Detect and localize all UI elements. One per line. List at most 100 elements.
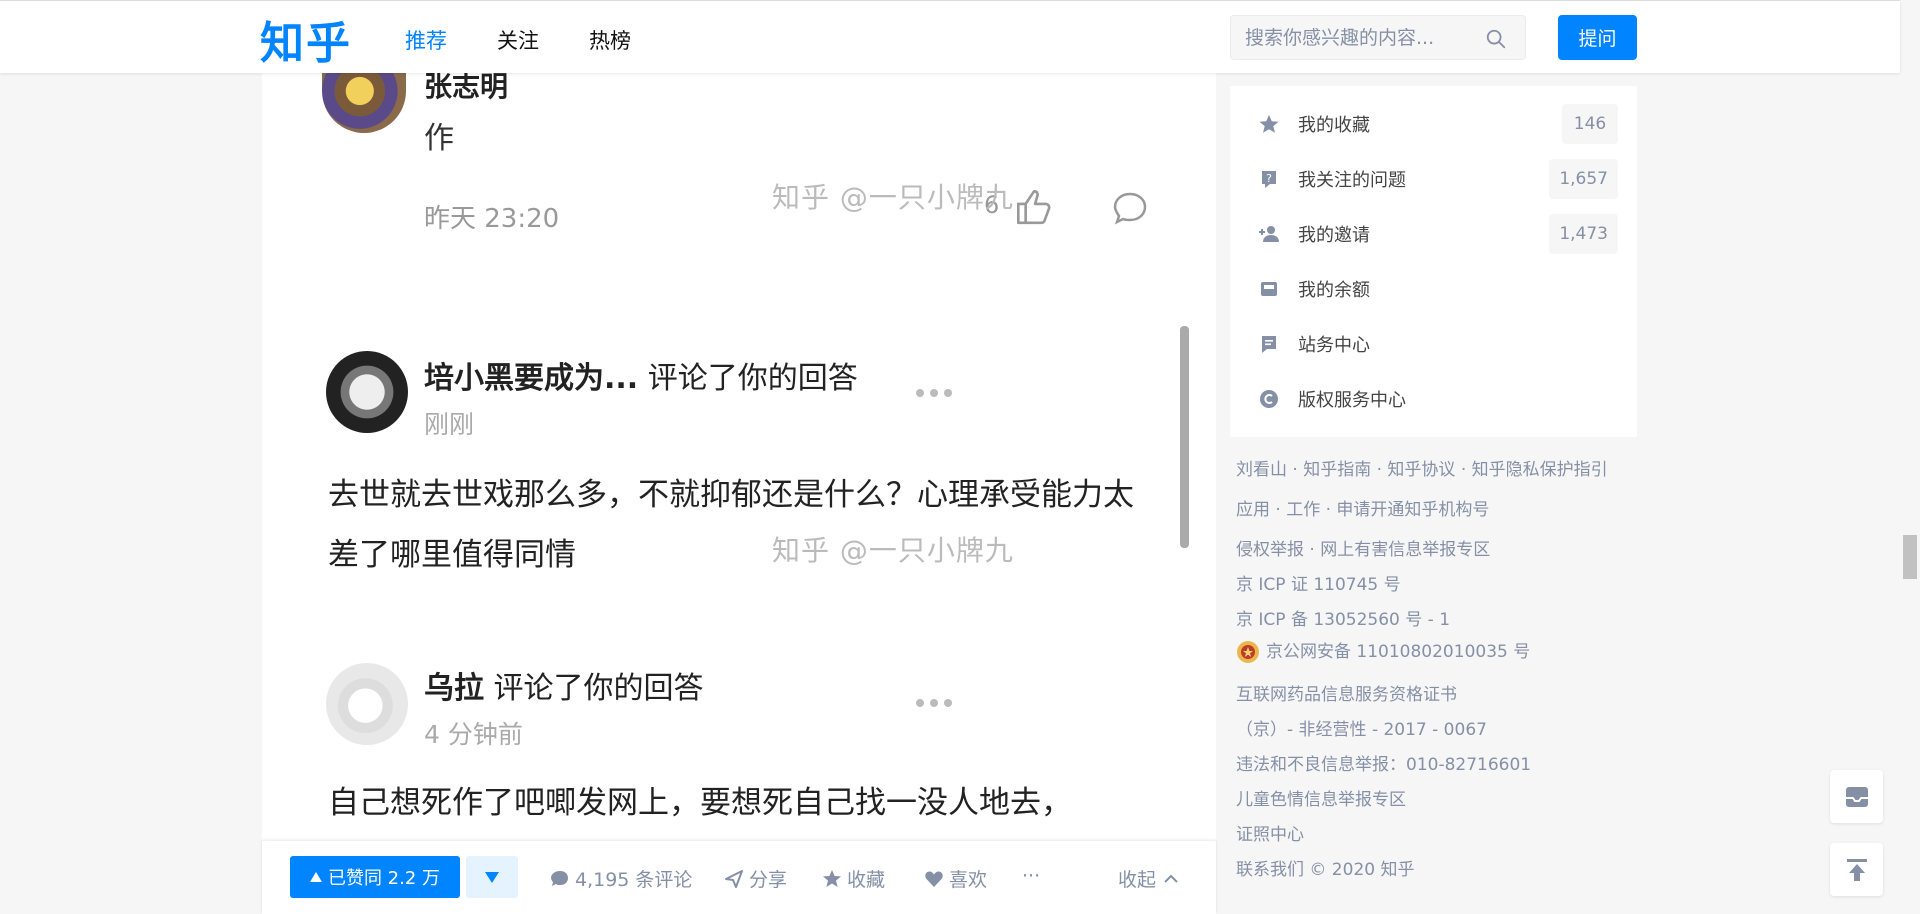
more-icon <box>916 699 952 707</box>
footer-licenses[interactable]: 证照中心 <box>1236 820 1304 845</box>
search-box <box>1230 15 1526 60</box>
footer-report-hotline[interactable]: 违法和不良信息举报：010-82716601 <box>1236 750 1531 775</box>
vote-down-button[interactable] <box>466 856 518 898</box>
favorite-button[interactable]: 收藏 <box>822 865 885 892</box>
vote-up-label: 已赞同 2.2 万 <box>327 868 441 889</box>
heart-icon <box>925 871 943 887</box>
commenter-name: 张志明 <box>424 73 509 103</box>
chevron-up-icon <box>1164 874 1178 883</box>
more-actions-button[interactable]: ··· <box>1022 865 1040 887</box>
sidebar-item-favorites[interactable]: 我的收藏 146 <box>1258 104 1618 144</box>
nav-item-follow[interactable]: 关注 <box>497 25 539 55</box>
image-scrollbar <box>1180 326 1189 548</box>
sidebar-item-label: 我的邀请 <box>1298 225 1370 246</box>
sidebar-item-invitations[interactable]: 我的邀请 1,473 <box>1258 214 1618 254</box>
like-button[interactable]: 喜欢 <box>924 865 987 892</box>
answer-content: 张志明 作 昨天 23:20 6 知乎 @一只小牌九 培小黑要成为... 评论了… <box>262 73 1216 914</box>
police-badge-icon <box>1237 641 1259 663</box>
more-label: ··· <box>1022 865 1041 887</box>
triangle-up-icon <box>309 872 322 882</box>
nav-item-recommend[interactable]: 推荐 <box>405 25 447 55</box>
main-nav: 推荐 关注 热榜 <box>405 25 681 55</box>
footer-icp-record[interactable]: 京 ICP 备 13052560 号 - 1 <box>1236 605 1450 630</box>
back-to-top-button[interactable] <box>1830 843 1883 896</box>
sidebar-item-label: 我的余额 <box>1298 280 1370 301</box>
watermark: 知乎 @一只小牌九 <box>772 534 1014 567</box>
collapse-button[interactable]: 收起 <box>1118 865 1181 892</box>
user-menu-card: 我的收藏 146 ? 我关注的问题 1,657 我的邀请 1,473 我的余额 … <box>1230 86 1637 437</box>
copyright-icon <box>1260 390 1278 408</box>
vote-up-button[interactable]: 已赞同 2.2 万 <box>290 856 460 898</box>
star-icon <box>823 869 841 887</box>
footer-police-text: 京公网安备 11010802010035 号 <box>1266 642 1531 662</box>
person-add-icon <box>1259 226 1279 242</box>
share-icon <box>725 869 743 888</box>
sidebar-item-label: 版权服务中心 <box>1298 390 1406 411</box>
comment-icon <box>551 870 568 886</box>
sidebar-item-followed-questions[interactable]: ? 我关注的问题 1,657 <box>1258 159 1618 199</box>
page-scrollbar-thumb[interactable] <box>1903 535 1917 579</box>
favorite-label: 收藏 <box>847 869 886 891</box>
sidebar-item-label: 我的收藏 <box>1298 115 1370 136</box>
comment-text: 作 <box>424 121 454 156</box>
comment-action: 评论了你的回答 <box>638 361 858 396</box>
footer-drug-license-number[interactable]: （京）- 非经营性 - 2017 - 0067 <box>1236 715 1487 740</box>
svg-text:?: ? <box>1266 172 1272 185</box>
message-icon <box>1262 336 1276 353</box>
feedback-button[interactable] <box>1830 770 1883 823</box>
comment-time: 昨天 23:20 <box>424 204 560 234</box>
zhihu-logo[interactable]: 知乎 <box>260 7 352 71</box>
top-header: 知乎 推荐 关注 热榜 提问 <box>0 0 1900 73</box>
sidebar-item-count: 1,473 <box>1549 214 1618 254</box>
inbox-icon <box>1845 786 1868 807</box>
arrow-up-icon <box>1846 858 1867 881</box>
footer-contact[interactable]: 联系我们 © 2020 知乎 <box>1236 855 1414 880</box>
nav-item-hot[interactable]: 热榜 <box>589 25 631 55</box>
more-icon <box>916 389 952 397</box>
sidebar-item-count: 146 <box>1562 104 1618 144</box>
page-scrollbar[interactable] <box>1900 0 1920 914</box>
ask-question-button[interactable]: 提问 <box>1558 15 1637 60</box>
footer-child-report[interactable]: 儿童色情信息举报专区 <box>1236 785 1406 810</box>
sidebar-item-count: 1,657 <box>1549 159 1618 199</box>
comment-action: 评论了你的回答 <box>484 671 704 706</box>
search-input[interactable] <box>1245 26 1475 50</box>
comment-time: 刚刚 <box>424 410 475 439</box>
comment-time: 4 分钟前 <box>424 720 523 749</box>
share-button[interactable]: 分享 <box>724 865 787 892</box>
wallet-icon <box>1261 282 1277 296</box>
comment-text: 自己想死作了吧唧发网上，要想死自己找一没人地去， <box>328 785 1072 821</box>
footer-links[interactable]: 应用 · 工作 · 申请开通知乎机构号 <box>1236 495 1489 520</box>
search-icon[interactable] <box>1485 28 1507 50</box>
footer-icp-license[interactable]: 京 ICP 证 110745 号 <box>1236 570 1401 595</box>
watermark: 知乎 @一只小牌九 <box>772 181 1014 214</box>
footer-police-record[interactable]: 京公网安备 11010802010035 号 <box>1236 637 1530 664</box>
thumbs-up-icon <box>1016 189 1051 225</box>
avatar <box>326 663 408 745</box>
comment-bubble-icon <box>1113 192 1147 225</box>
answer-screenshot-image: 张志明 作 昨天 23:20 6 知乎 @一只小牌九 培小黑要成为... 评论了… <box>262 73 1216 841</box>
sidebar-item-copyright[interactable]: 版权服务中心 <box>1258 379 1618 419</box>
avatar <box>326 351 408 433</box>
footer-links[interactable]: 刘看山 · 知乎指南 · 知乎协议 · 知乎隐私保护指引 <box>1236 455 1608 480</box>
comments-button[interactable]: 4,195 条评论 <box>550 865 692 892</box>
star-icon <box>1259 115 1279 133</box>
share-label: 分享 <box>749 869 788 891</box>
commenter-name: 乌拉 <box>424 671 484 706</box>
answer-action-bar: 已赞同 2.2 万 4,195 条评论 分享 收藏 喜欢 ··· 收起 <box>262 841 1216 914</box>
sidebar-item-balance[interactable]: 我的余额 <box>1258 269 1618 309</box>
comments-label: 4,195 条评论 <box>575 869 693 891</box>
footer-drug-license[interactable]: 互联网药品信息服务资格证书 <box>1236 680 1457 705</box>
sidebar-item-label: 我关注的问题 <box>1298 170 1406 191</box>
footer-links[interactable]: 侵权举报 · 网上有害信息举报专区 <box>1236 535 1490 560</box>
collapse-label: 收起 <box>1118 869 1157 891</box>
comment-text: 去世就去世戏那么多，不就抑郁还是什么？心理承受能力太差了哪里值得同情 <box>328 477 1134 573</box>
triangle-down-icon <box>485 871 499 883</box>
avatar <box>322 73 406 133</box>
question-icon: ? <box>1262 171 1276 188</box>
comment-header: 乌拉 评论了你的回答 <box>424 663 704 707</box>
comment-header: 培小黑要成为... 评论了你的回答 <box>424 353 858 397</box>
sidebar-item-service-center[interactable]: 站务中心 <box>1258 324 1618 364</box>
sidebar-item-label: 站务中心 <box>1298 335 1370 356</box>
commenter-name: 培小黑要成为... <box>424 361 639 396</box>
